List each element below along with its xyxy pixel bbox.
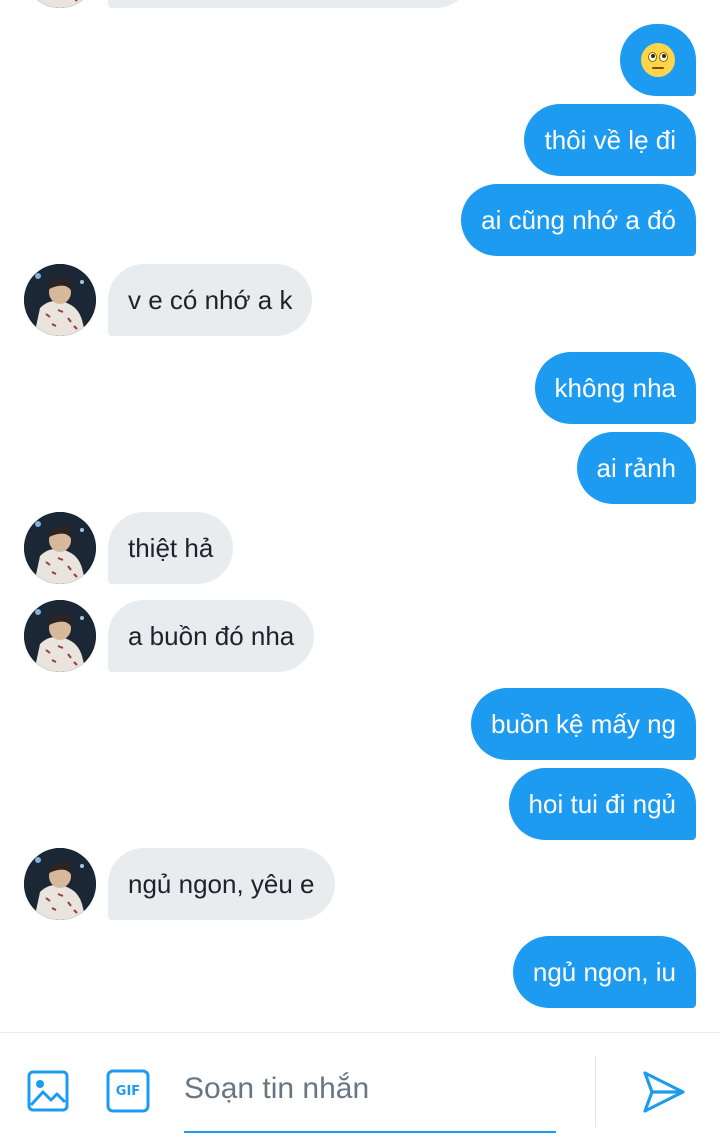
message-row-outgoing: buồn kệ mấy ng <box>0 688 720 760</box>
send-icon[interactable] <box>640 1069 688 1115</box>
message-row-outgoing: không nha <box>0 352 720 424</box>
message-row-outgoing: hoi tui đi ngủ <box>0 768 720 840</box>
message-row-incoming: thiệt hả <box>0 512 720 584</box>
gif-icon[interactable]: GIF <box>106 1069 150 1113</box>
message-bubble-outgoing[interactable] <box>620 24 696 96</box>
message-input-wrapper <box>184 1069 556 1133</box>
message-bubble-outgoing[interactable]: ai cũng nhớ a đó <box>461 184 696 256</box>
message-composer: GIF <box>0 1032 720 1145</box>
avatar[interactable] <box>24 848 96 920</box>
message-text: hoi tui đi ngủ <box>528 788 676 819</box>
message-text: ai cũng nhớ a đó <box>481 204 676 235</box>
message-text: không nha <box>554 372 676 403</box>
message-row-outgoing: ngủ ngon, iu <box>0 936 720 1008</box>
message-list: thôi về lẹ đi ai cũng nhớ a đó v e có nh… <box>0 0 720 1032</box>
message-bubble-incoming[interactable] <box>108 0 472 8</box>
message-row-outgoing: thôi về lẹ đi <box>0 104 720 176</box>
message-bubble-incoming[interactable]: ngủ ngon, yêu e <box>108 848 335 920</box>
message-bubble-outgoing[interactable]: thôi về lẹ đi <box>524 104 696 176</box>
avatar[interactable] <box>24 512 96 584</box>
message-bubble-outgoing[interactable]: ai rảnh <box>576 432 696 504</box>
message-text: thiệt hả <box>128 532 214 563</box>
message-row-incoming <box>0 0 720 8</box>
message-row-incoming: v e có nhớ a k <box>0 264 720 336</box>
image-icon[interactable] <box>26 1069 70 1113</box>
avatar[interactable] <box>24 600 96 672</box>
avatar[interactable] <box>24 264 96 336</box>
message-bubble-incoming[interactable]: thiệt hả <box>108 512 234 584</box>
message-text: ngủ ngon, iu <box>532 956 676 987</box>
message-bubble-outgoing[interactable]: ngủ ngon, iu <box>512 936 696 1008</box>
message-text: ai rảnh <box>596 452 677 483</box>
avatar[interactable] <box>24 0 96 8</box>
message-input[interactable] <box>184 1069 556 1109</box>
message-bubble-outgoing[interactable]: hoi tui đi ngủ <box>508 768 696 840</box>
message-text: v e có nhớ a k <box>128 284 293 315</box>
message-text: a buồn đó nha <box>128 620 295 651</box>
composer-divider <box>595 1055 596 1127</box>
message-text: buồn kệ mấy ng <box>490 708 676 739</box>
message-text: ngủ ngon, yêu e <box>128 868 315 899</box>
message-row-outgoing: ai cũng nhớ a đó <box>0 184 720 256</box>
message-row-outgoing: ai rảnh <box>0 432 720 504</box>
gif-label: GIF <box>115 1083 141 1099</box>
message-row-incoming: a buồn đó nha <box>0 600 720 672</box>
message-row-incoming: ngủ ngon, yêu e <box>0 848 720 920</box>
message-bubble-outgoing[interactable]: không nha <box>534 352 696 424</box>
message-bubble-incoming[interactable]: v e có nhớ a k <box>108 264 313 336</box>
rolling-eyes-emoji-icon <box>641 43 675 77</box>
message-bubble-incoming[interactable]: a buồn đó nha <box>108 600 315 672</box>
message-text: thôi về lẹ đi <box>544 124 676 155</box>
message-row-outgoing <box>0 24 720 96</box>
message-bubble-outgoing[interactable]: buồn kệ mấy ng <box>470 688 696 760</box>
